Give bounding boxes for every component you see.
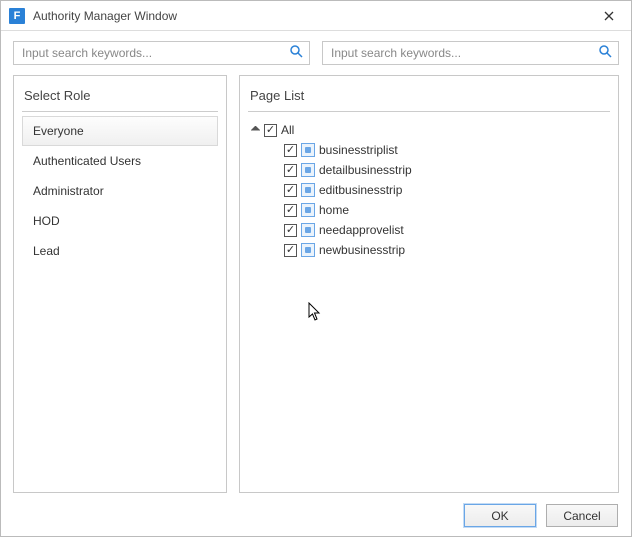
pages-panel-title: Page List xyxy=(248,86,610,112)
tree-item[interactable]: ✓ detailbusinesstrip xyxy=(250,160,608,180)
window-title: Authority Manager Window xyxy=(33,9,595,23)
tree-item[interactable]: ✓ newbusinesstrip xyxy=(250,240,608,260)
tree-root[interactable]: ✓ All xyxy=(250,120,608,140)
page-tree: ✓ All ✓ businesstriplist ✓ detailbusinesstr… xyxy=(248,116,610,264)
role-item[interactable]: Administrator xyxy=(22,176,218,206)
pages-panel: Page List ✓ All ✓ businesstriplist ✓ detail… xyxy=(239,75,619,493)
role-item[interactable]: Authenticated Users xyxy=(22,146,218,176)
checkbox[interactable]: ✓ xyxy=(284,144,297,157)
role-item[interactable]: Lead xyxy=(22,236,218,266)
tree-item-label: needapprovelist xyxy=(319,223,404,237)
tree-item-label: home xyxy=(319,203,349,217)
roles-panel: Select Role EveryoneAuthenticated UsersA… xyxy=(13,75,227,493)
checkbox[interactable]: ✓ xyxy=(284,164,297,177)
tree-item-label: detailbusinesstrip xyxy=(319,163,412,177)
roles-panel-title: Select Role xyxy=(22,86,218,112)
tree-item[interactable]: ✓ home xyxy=(250,200,608,220)
role-item[interactable]: HOD xyxy=(22,206,218,236)
page-icon xyxy=(301,243,315,257)
role-search-box[interactable] xyxy=(13,41,310,65)
app-icon: F xyxy=(9,8,25,24)
role-list: EveryoneAuthenticated UsersAdministrator… xyxy=(22,116,218,266)
ok-button[interactable]: OK xyxy=(464,504,536,527)
close-icon xyxy=(604,11,614,21)
checkbox[interactable]: ✓ xyxy=(284,244,297,257)
cancel-button[interactable]: Cancel xyxy=(546,504,618,527)
expand-icon[interactable] xyxy=(250,125,260,135)
checkbox[interactable]: ✓ xyxy=(284,224,297,237)
tree-item-label: editbusinesstrip xyxy=(319,183,402,197)
page-icon xyxy=(301,223,315,237)
page-search-box[interactable] xyxy=(322,41,619,65)
tree-item-label: businesstriplist xyxy=(319,143,398,157)
tree-item[interactable]: ✓ editbusinesstrip xyxy=(250,180,608,200)
page-icon xyxy=(301,203,315,217)
tree-root-label: All xyxy=(281,123,294,137)
role-search-input[interactable] xyxy=(20,45,288,61)
search-icon[interactable] xyxy=(288,45,305,61)
checkbox[interactable]: ✓ xyxy=(264,124,277,137)
page-icon xyxy=(301,183,315,197)
page-icon xyxy=(301,143,315,157)
page-search-input[interactable] xyxy=(329,45,597,61)
page-icon xyxy=(301,163,315,177)
close-button[interactable] xyxy=(595,6,623,26)
search-icon[interactable] xyxy=(597,45,614,61)
role-item[interactable]: Everyone xyxy=(22,116,218,146)
tree-item-label: newbusinesstrip xyxy=(319,243,405,257)
checkbox[interactable]: ✓ xyxy=(284,184,297,197)
checkbox[interactable]: ✓ xyxy=(284,204,297,217)
tree-item[interactable]: ✓ needapprovelist xyxy=(250,220,608,240)
titlebar: F Authority Manager Window xyxy=(1,1,631,31)
tree-item[interactable]: ✓ businesstriplist xyxy=(250,140,608,160)
